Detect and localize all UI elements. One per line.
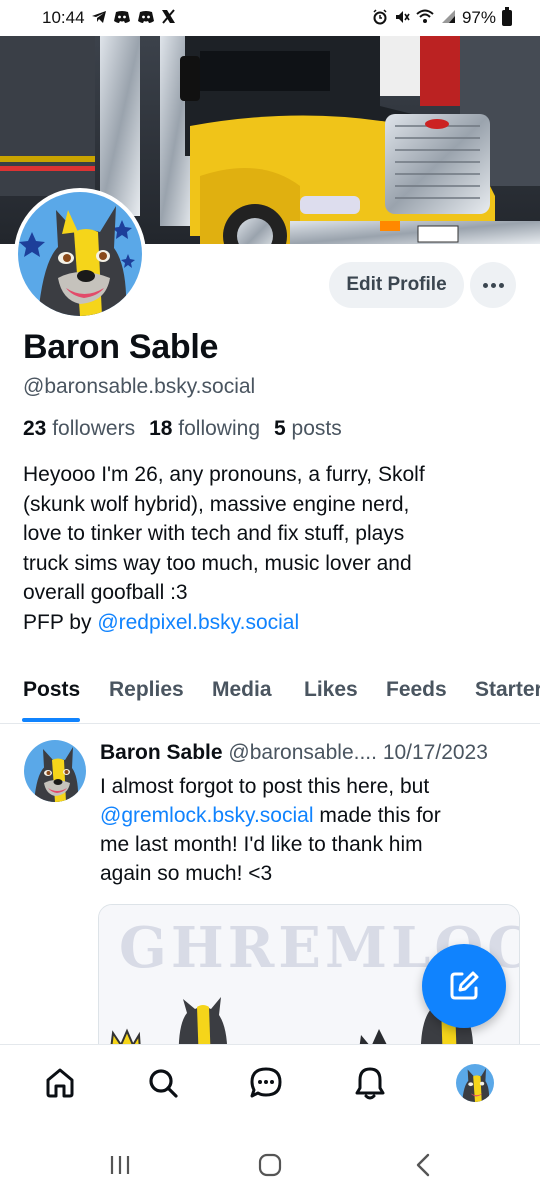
posts-count: 5 — [274, 417, 286, 440]
mention-link[interactable]: @gremlock.bsky.social — [100, 804, 314, 827]
nav-search[interactable] — [143, 1063, 183, 1103]
post-text-line: I almost forgot to post this here, but — [100, 775, 430, 798]
compose-post-button[interactable] — [422, 944, 506, 1028]
bio-line: truck sims way too much, music lover and — [23, 551, 412, 575]
more-options-button[interactable] — [470, 262, 516, 308]
handle: @baronsable.bsky.social — [23, 375, 256, 398]
post-text-line: me last month! I'd like to thank him — [100, 833, 423, 856]
post-author-name[interactable]: Baron Sable — [100, 741, 223, 764]
following-label: following — [178, 417, 260, 440]
wifi-icon — [416, 9, 434, 27]
tab-likes[interactable]: Likes — [304, 678, 358, 702]
battery-icon — [502, 7, 512, 26]
more-icon — [482, 282, 488, 288]
compose-icon — [450, 971, 479, 1000]
posts-stat: 5 posts — [274, 417, 342, 441]
system-navigation-bar — [0, 1128, 540, 1200]
x-icon — [161, 9, 176, 27]
profile-tabs: Posts Replies Media Likes Feeds Starter — [0, 668, 540, 724]
tab-media[interactable]: Media — [212, 678, 272, 702]
edit-profile-button[interactable]: Edit Profile — [329, 262, 464, 308]
clock: 10:44 — [42, 8, 85, 27]
post-header: Baron Sable @baronsable.... 10/17/2023 — [100, 741, 488, 765]
pfp-credit-link[interactable]: @redpixel.bsky.social — [97, 611, 299, 634]
post-text-line: @gremlock.bsky.social made this for — [100, 801, 520, 830]
alarm-icon — [372, 8, 388, 28]
home-system-icon — [258, 1153, 282, 1177]
battery-percent: 97% — [461, 8, 496, 27]
tab-feeds[interactable]: Feeds — [386, 678, 447, 702]
pfp-credit: PFP by @redpixel.bsky.social — [23, 608, 523, 638]
following-stat[interactable]: 18 following — [149, 417, 260, 441]
post-text: I almost forgot to post this here, but @… — [100, 772, 520, 888]
tab-posts[interactable]: Posts — [23, 678, 80, 702]
signal-icon — [440, 9, 456, 27]
avatar-image — [18, 192, 142, 316]
home-icon — [46, 1068, 74, 1098]
recents-button[interactable] — [105, 1152, 135, 1178]
post-text-line: again so much! <3 — [100, 862, 273, 885]
bio-line: Heyooo I'm 26, any pronouns, a furry, Sk… — [23, 463, 425, 486]
back-icon — [416, 1153, 430, 1177]
status-left: 10:44 — [42, 8, 176, 28]
nav-profile[interactable] — [455, 1063, 495, 1103]
more-icon-dot — [490, 282, 496, 288]
active-tab-indicator — [22, 718, 80, 722]
status-right: 97% — [372, 7, 512, 28]
nav-home[interactable] — [40, 1063, 80, 1103]
chat-icon — [250, 1067, 282, 1098]
bio-line: (skunk wolf hybrid), massive engine nerd… — [23, 492, 410, 516]
following-count: 18 — [149, 417, 173, 440]
posts-label: posts — [291, 417, 342, 440]
mute-icon — [394, 9, 410, 28]
profile-avatar-icon — [456, 1064, 494, 1102]
recents-icon — [110, 1156, 130, 1174]
followers-stat[interactable]: 23 followers — [23, 417, 135, 441]
search-icon — [149, 1069, 178, 1098]
back-button[interactable] — [408, 1152, 438, 1178]
pfp-prefix: PFP by — [23, 610, 98, 634]
status-bar: 10:44 97% — [0, 0, 540, 36]
nav-chat[interactable] — [246, 1063, 286, 1103]
tab-starter[interactable]: Starter — [475, 678, 540, 702]
followers-label: followers — [52, 417, 136, 440]
discord-icon — [113, 10, 131, 27]
bio-line: love to tinker with tech and fix stuff, … — [23, 522, 405, 545]
followers-count: 23 — [23, 417, 47, 440]
post-author-avatar[interactable] — [24, 740, 86, 802]
post-text-fragment: made this for — [313, 804, 441, 827]
profile-stats: 23 followers 18 following 5 posts — [23, 417, 342, 441]
notifications-icon — [355, 1067, 385, 1100]
profile-bio: Heyooo I'm 26, any pronouns, a furry, Sk… — [23, 460, 523, 637]
more-icon-dot — [498, 282, 504, 288]
post-author-handle[interactable]: @baronsable.... — [228, 741, 377, 764]
profile-avatar[interactable] — [14, 188, 146, 320]
post-date: 10/17/2023 — [382, 741, 488, 764]
discord-icon — [137, 10, 155, 27]
nav-notifications[interactable] — [350, 1063, 390, 1103]
bottom-navigation — [0, 1044, 540, 1128]
tab-replies[interactable]: Replies — [109, 678, 184, 702]
telegram-icon — [91, 10, 107, 27]
home-system-button[interactable] — [255, 1152, 285, 1178]
display-name: Baron Sable — [23, 328, 219, 366]
bio-line: overall goofball :3 — [23, 581, 188, 604]
